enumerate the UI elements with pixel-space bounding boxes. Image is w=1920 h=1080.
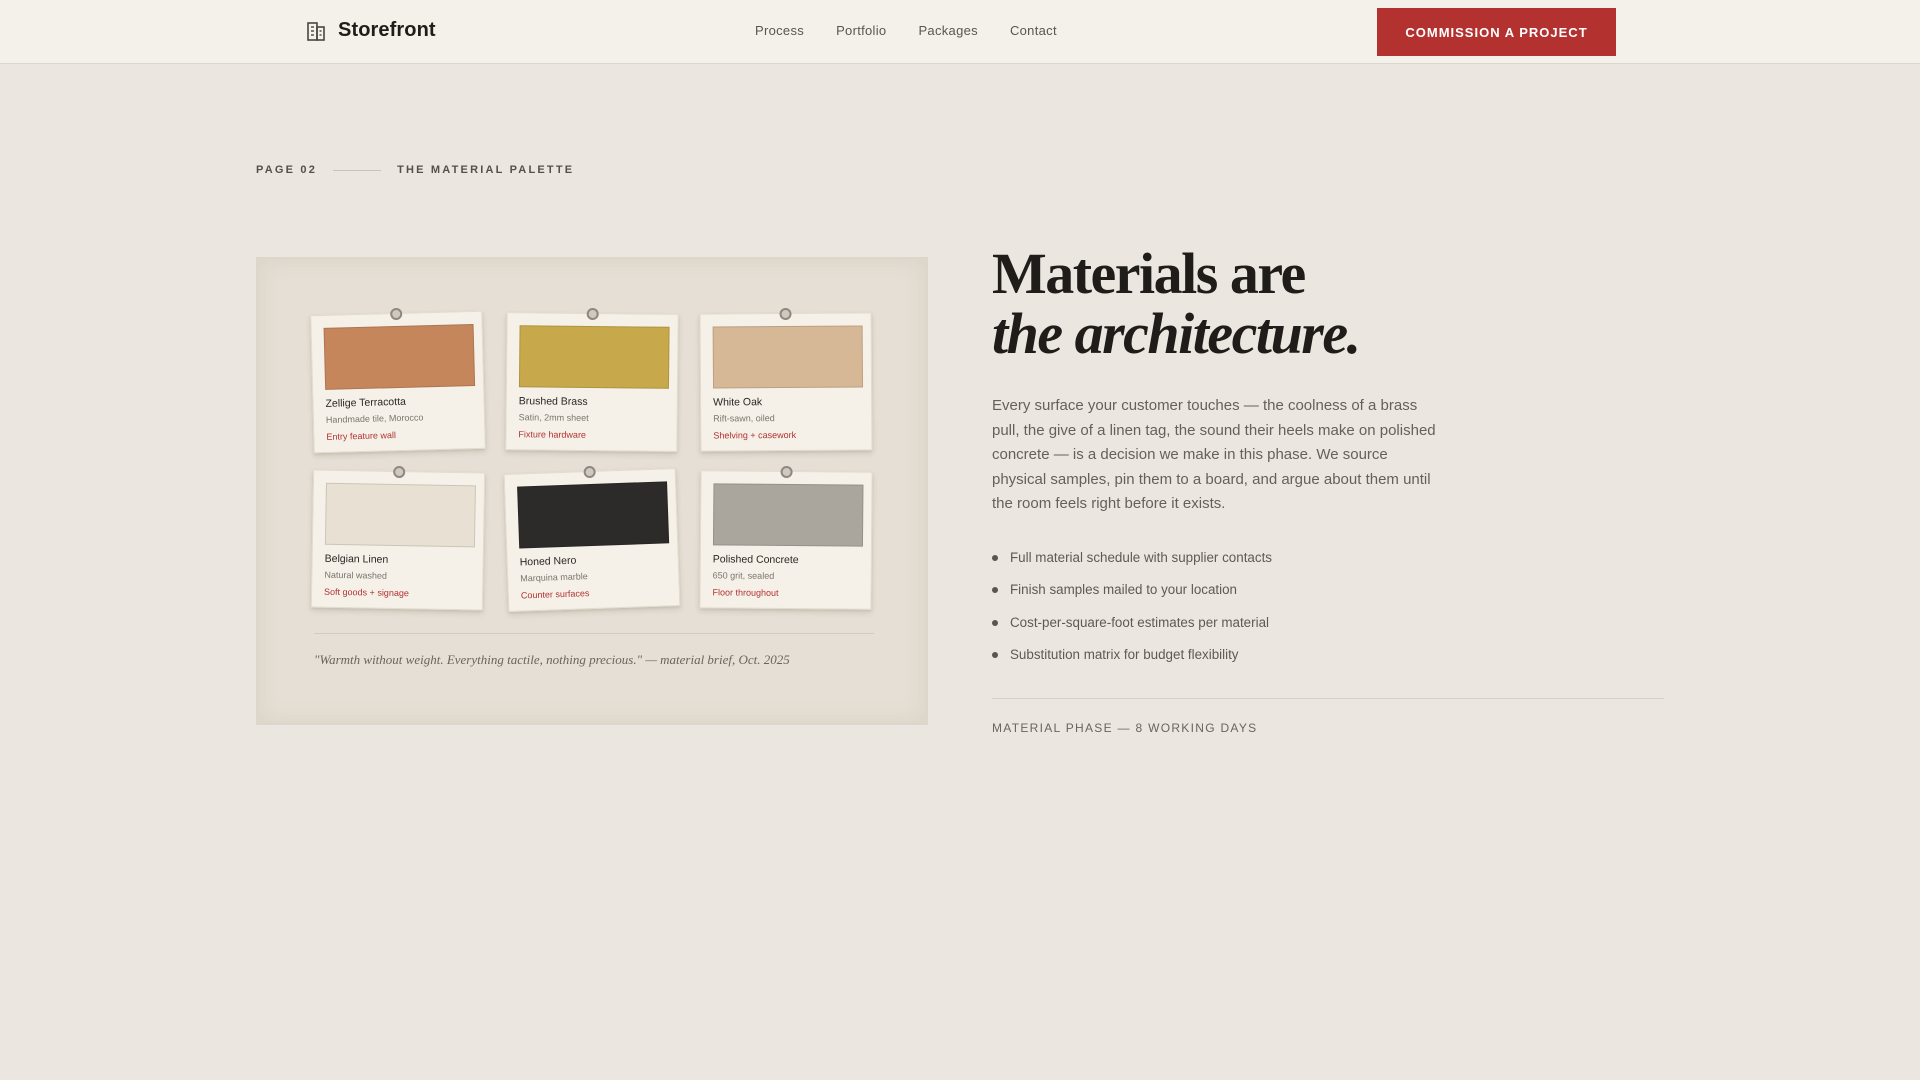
material-name: Polished Concrete [712, 553, 799, 567]
material-swatch [517, 481, 670, 549]
material-swatch [712, 325, 864, 389]
material-spec: Satin, 2mm sheet [518, 412, 589, 423]
page-number: PAGE 02 [256, 164, 318, 176]
material-card: Belgian Linen Natural washed Soft goods … [310, 465, 486, 611]
nav-link-process[interactable]: Process [755, 23, 804, 38]
material-card: Zellige Terracotta Handmade tile, Morocc… [310, 307, 486, 454]
feature-item: Substitution matrix for budget flexibili… [992, 646, 1272, 678]
material-swatch [324, 482, 476, 548]
nav-link-portfolio[interactable]: Portfolio [836, 23, 886, 38]
material-swatch [323, 324, 476, 390]
material-card: White Oak Rift-sawn, oiled Shelving + ca… [699, 307, 873, 452]
material-spec: Marquina marble [520, 571, 588, 584]
main-nav: Process Portfolio Packages Contact [755, 23, 1057, 38]
material-use: Counter surfaces [520, 588, 590, 601]
material-spec: Rift-sawn, oiled [713, 413, 775, 424]
headline-line-1: Materials are [992, 241, 1306, 306]
material-name: White Oak [713, 396, 763, 409]
section-body: Every surface your customer touches — th… [992, 397, 1436, 512]
eyebrow-divider [333, 169, 382, 171]
material-swatch [518, 325, 670, 389]
material-name: Honed Nero [519, 554, 577, 569]
brand-name: Storefront [338, 19, 436, 41]
material-use: Fixture hardware [518, 429, 587, 440]
material-use: Floor throughout [712, 587, 779, 598]
material-name: Zellige Terracotta [325, 395, 407, 410]
feature-item: Cost-per-square-foot estimates per mater… [992, 614, 1272, 646]
nav-link-contact[interactable]: Contact [1010, 23, 1057, 38]
nav-link-packages[interactable]: Packages [918, 23, 978, 38]
material-use: Entry feature wall [326, 430, 397, 442]
pin-icon [779, 307, 792, 321]
material-name: Brushed Brass [518, 395, 588, 408]
material-use: Soft goods + signage [323, 586, 409, 599]
material-swatch [712, 483, 864, 547]
pin-icon [583, 465, 596, 479]
material-spec: Handmade tile, Morocco [325, 412, 424, 425]
material-board: Zellige Terracotta Handmade tile, Morocc… [256, 257, 928, 725]
brand-logo[interactable]: Storefront [306, 19, 436, 42]
material-spec: 650 grit, sealed [712, 570, 775, 581]
headline-line-2: the architecture. [992, 301, 1361, 366]
commission-project-button[interactable]: COMMISSION A PROJECT [1377, 8, 1616, 56]
phase-divider [992, 698, 1664, 699]
feature-list: Full material schedule with supplier con… [992, 549, 1272, 678]
board-divider [314, 633, 874, 634]
pin-icon [586, 307, 599, 321]
feature-item: Full material schedule with supplier con… [992, 549, 1272, 581]
material-card: Polished Concrete 650 grit, sealed Floor… [699, 465, 873, 610]
pin-icon [780, 465, 793, 479]
material-name: Belgian Linen [324, 552, 389, 566]
pin-icon [390, 307, 403, 321]
section-eyebrow: PAGE 02 THE MATERIAL PALETTE [256, 164, 574, 176]
site-header: Storefront Process Portfolio Packages Co… [0, 0, 1920, 64]
material-brief-quote: "Warmth without weight. Everything tacti… [314, 652, 790, 667]
material-use: Shelving + casework [713, 429, 797, 441]
material-card: Honed Nero Marquina marble Counter surfa… [503, 465, 681, 612]
material-spec: Natural washed [324, 569, 388, 581]
material-card: Brushed Brass Satin, 2mm sheet Fixture h… [505, 307, 679, 452]
building-icon [307, 21, 325, 41]
phase-duration: MATERIAL PHASE — 8 WORKING DAYS [992, 721, 1258, 735]
section-headline: Materials are the architecture. [992, 241, 1361, 366]
pin-icon [393, 465, 406, 479]
feature-item: Finish samples mailed to your location [992, 581, 1272, 613]
section-label: THE MATERIAL PALETTE [397, 164, 575, 176]
